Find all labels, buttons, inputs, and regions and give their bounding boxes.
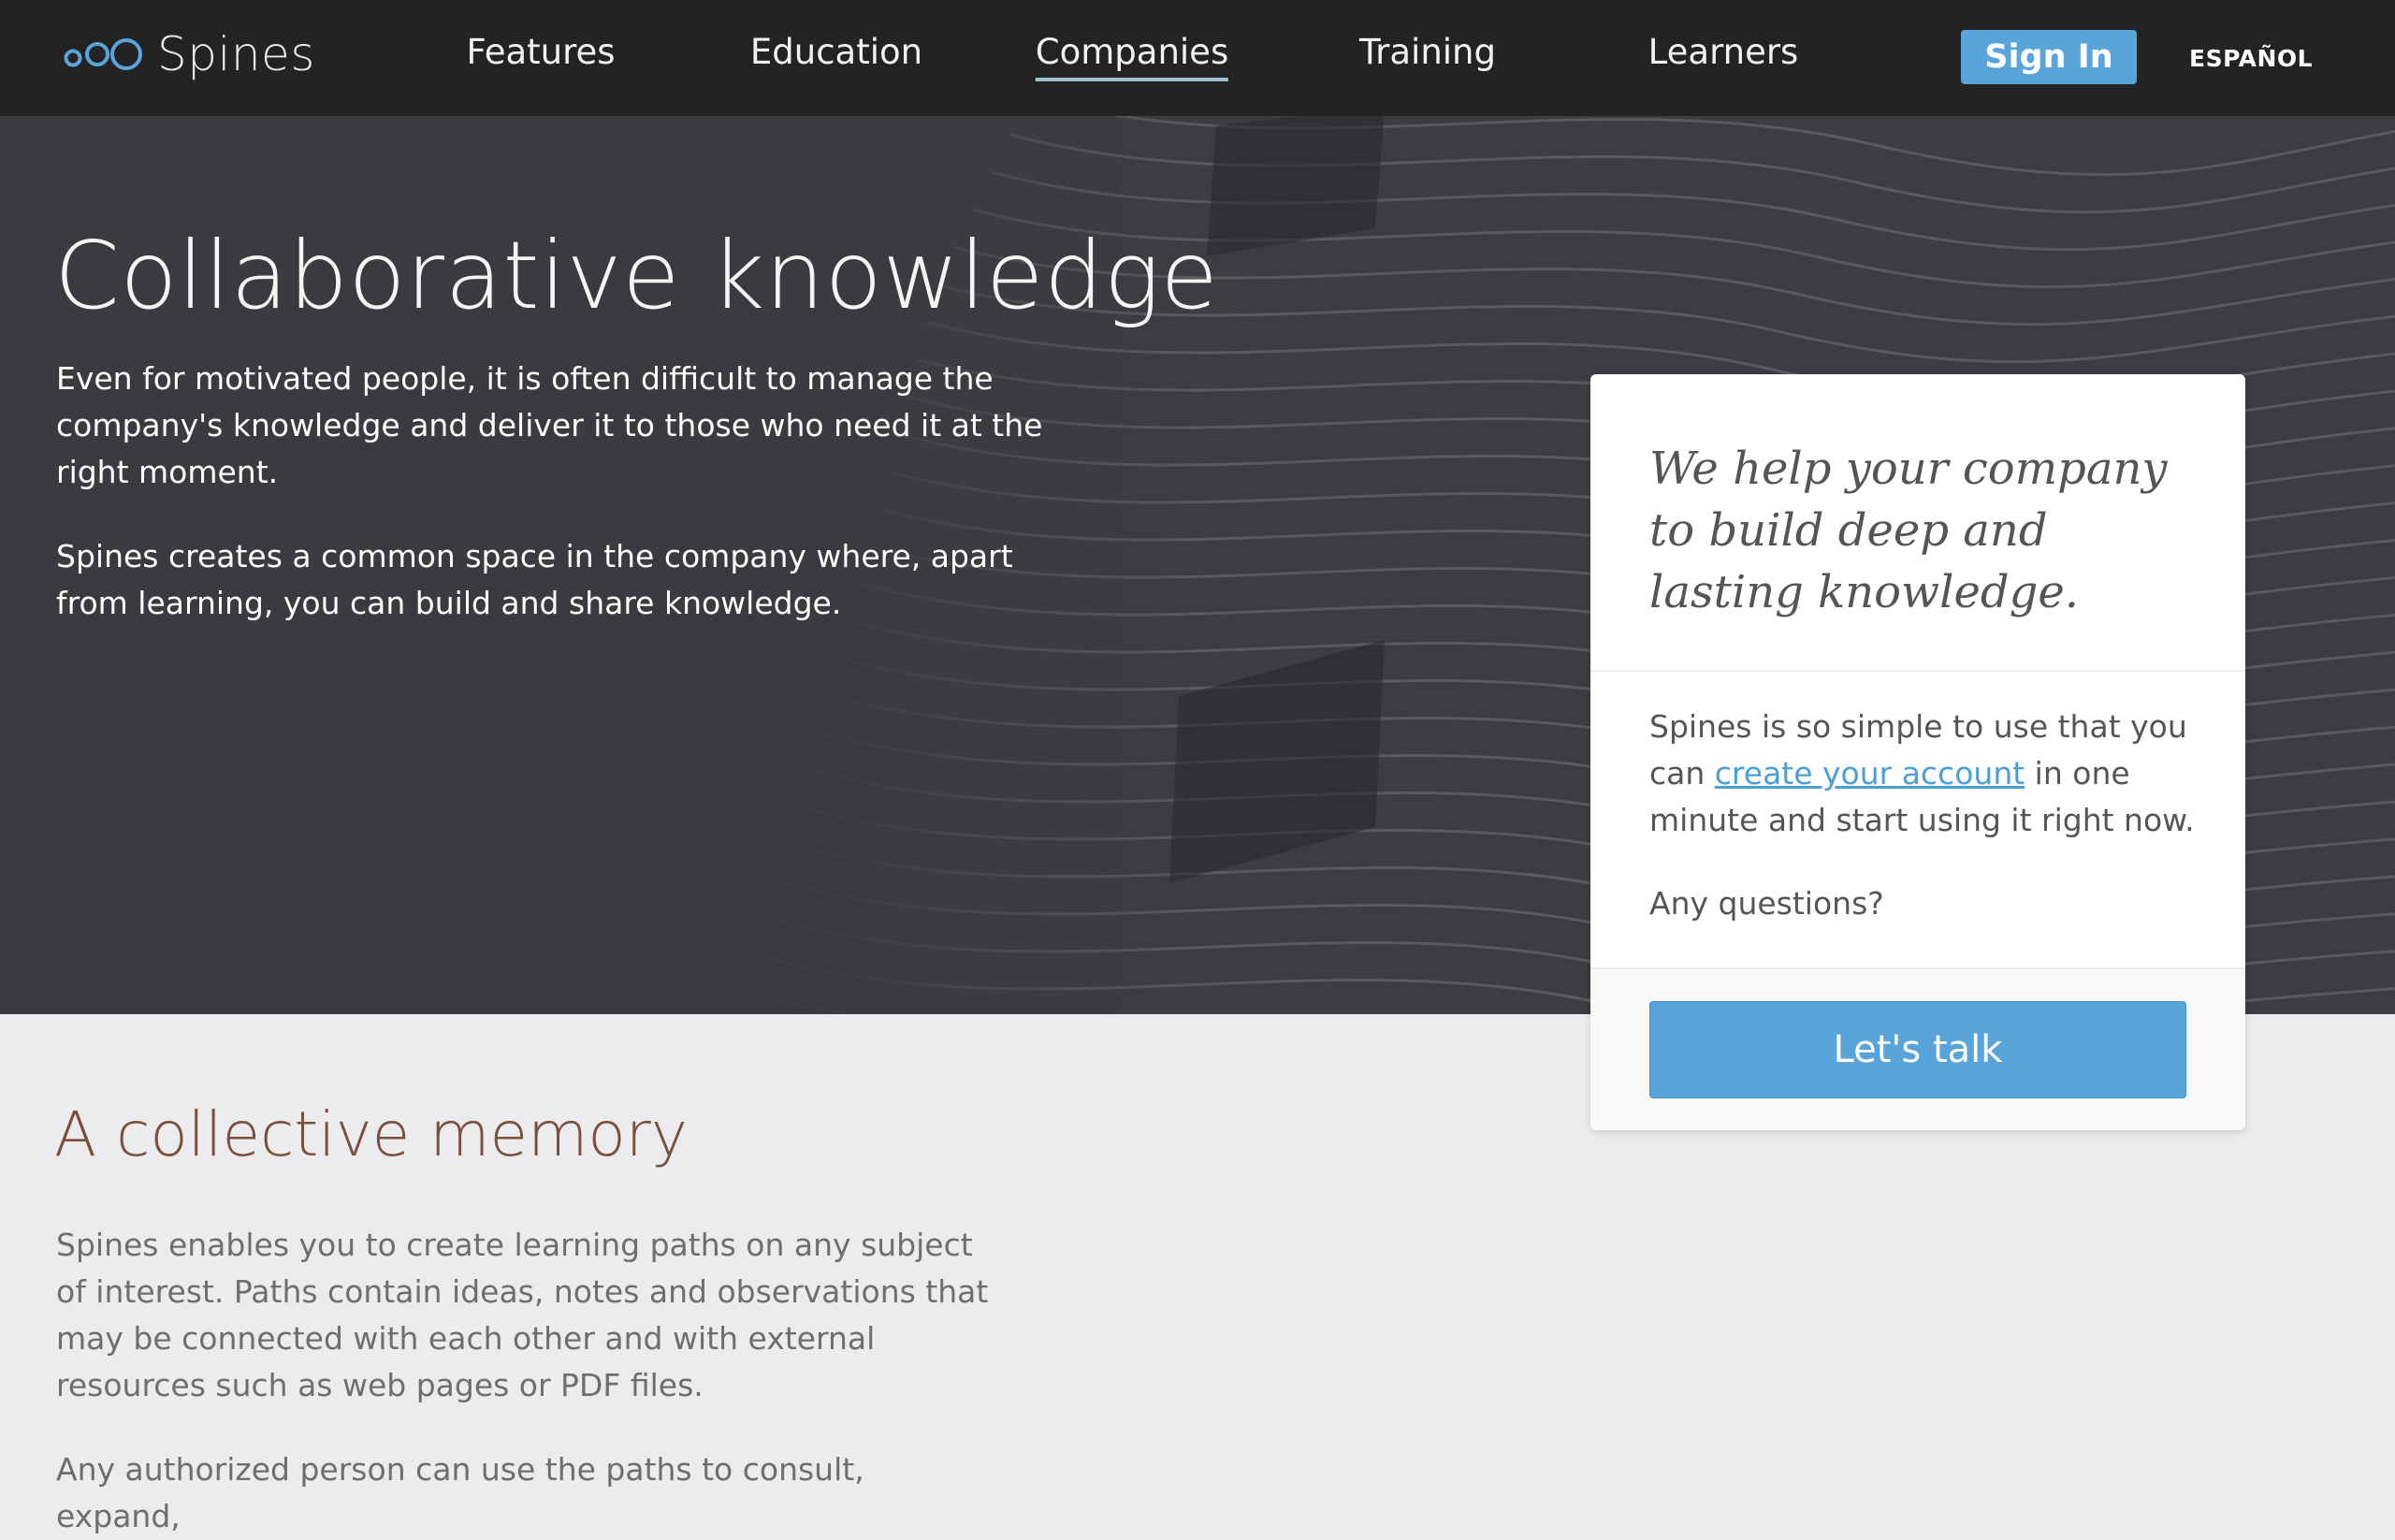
card-footer: Let's talk — [1590, 967, 2245, 1130]
nav-item-features[interactable]: Features — [466, 32, 615, 72]
language-switch-link[interactable]: ESPAÑOL — [2189, 45, 2313, 72]
hero-paragraph-2: Spines creates a common space in the com… — [56, 538, 1013, 621]
nav-item-learners[interactable]: Learners — [1648, 32, 1799, 72]
card-question: Any questions? — [1649, 885, 1884, 922]
nav-item-education[interactable]: Education — [750, 32, 922, 72]
spines-logo-icon — [64, 38, 142, 70]
create-account-link[interactable]: create your account — [1715, 755, 2025, 792]
nav-item-training[interactable]: Training — [1359, 32, 1496, 72]
sign-in-button[interactable]: Sign In — [1961, 30, 2137, 84]
top-navbar: Spines Features Education Companies Trai… — [0, 0, 2395, 116]
card-divider — [1590, 670, 2245, 672]
hero-paragraph-1: Even for motivated people, it is often d… — [56, 360, 1043, 490]
brand-logo[interactable]: Spines — [64, 26, 315, 82]
card-body-text: Spines is so simple to use that you can … — [1649, 704, 2211, 844]
card-quote: We help your company to build deep and l… — [1649, 443, 2168, 618]
hero-title: Collaborative knowledge — [54, 221, 1219, 330]
section-paragraph-1: Spines enables you to create learning pa… — [56, 1227, 989, 1403]
nav-item-companies[interactable]: Companies — [1035, 32, 1229, 81]
lets-talk-button[interactable]: Let's talk — [1649, 1001, 2186, 1098]
brand-name: Spines — [157, 27, 315, 81]
contact-card: We help your company to build deep and l… — [1590, 374, 2245, 1130]
section-paragraph-2: Any authorized person can use the paths … — [56, 1451, 864, 1534]
section-title: A collective memory — [54, 1098, 688, 1170]
